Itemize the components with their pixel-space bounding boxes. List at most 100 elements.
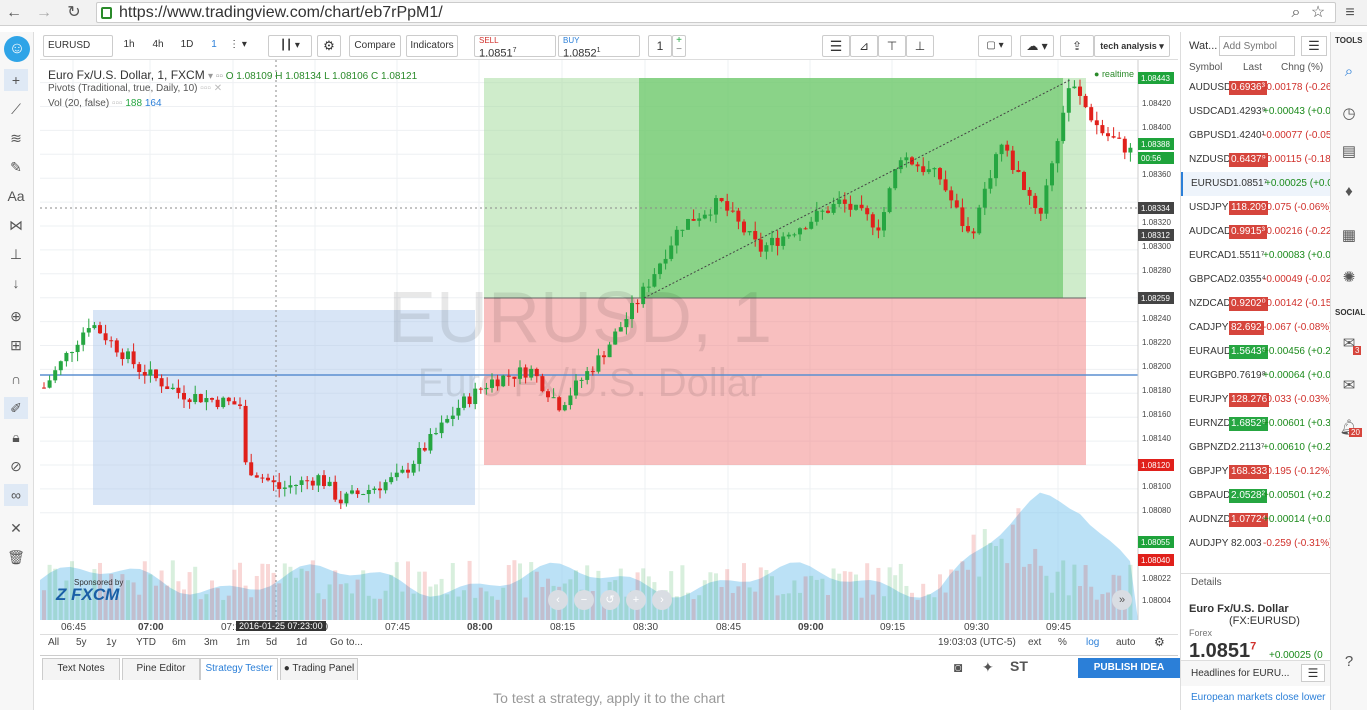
tab-text-notes[interactable]: Text Notes: [42, 658, 120, 680]
watchlist-row-eurnzd[interactable]: EURNZD 1.6852⁹ +0.00601 (+0.3: [1181, 412, 1331, 436]
tab-strategy-tester[interactable]: Strategy Tester: [200, 658, 278, 680]
range-3m[interactable]: 3m: [204, 637, 218, 648]
alerts-clock-icon[interactable]: ◷: [1339, 104, 1359, 124]
watchlist-row-gbpnzd[interactable]: GBPNZD 2.2113⁷ +0.00610 (+0.2: [1181, 436, 1331, 460]
chart-style-button[interactable]: ┃┃ ▾: [268, 35, 312, 57]
hide-drawings-icon[interactable]: ⊘: [4, 455, 28, 477]
fit-icon[interactable]: ⊤: [878, 35, 906, 57]
watchlist-row-eurgbp[interactable]: EURGBP 0.7619⁸ +0.00064 (+0.0: [1181, 364, 1331, 388]
range-5d[interactable]: 5d: [266, 637, 277, 648]
range-1y[interactable]: 1y: [106, 637, 117, 648]
magnet-icon[interactable]: ∩: [4, 368, 28, 390]
zoom-icon[interactable]: ⌕: [1286, 3, 1306, 23]
reload-icon[interactable]: ↻: [64, 3, 84, 23]
quantity-input[interactable]: 1: [648, 35, 672, 57]
col-last[interactable]: Last: [1243, 62, 1262, 73]
sponsor-logo[interactable]: Z FXCM: [56, 585, 119, 605]
scroll-to-end-icon[interactable]: »: [1112, 590, 1132, 610]
menu-icon[interactable]: ≡: [1340, 3, 1360, 23]
watchlist-row-cadjpy[interactable]: CADJPY 82.692 -0.067 (-0.08%): [1181, 316, 1331, 340]
range-ytd[interactable]: YTD: [136, 637, 156, 648]
chart-svg[interactable]: EURUSD, 1Euro Fx/U.S. Dollar1.084201.084…: [40, 60, 1178, 634]
ruler-icon[interactable]: ⊿: [850, 35, 878, 57]
measure-icon[interactable]: ⊞: [4, 334, 28, 356]
headlines-menu-icon[interactable]: ☰: [1301, 664, 1325, 682]
col-chg[interactable]: Chng (%): [1281, 62, 1323, 73]
fib-icon[interactable]: ≋: [4, 127, 28, 149]
interval-1h[interactable]: 1h: [117, 35, 141, 57]
settings-tools-icon[interactable]: ✕: [4, 517, 28, 539]
compare-button[interactable]: Compare: [349, 35, 401, 57]
watchlist-row-gbpjpy[interactable]: GBPJPY 168.333 -0.195 (-0.12%): [1181, 460, 1331, 484]
forward-icon[interactable]: →: [34, 3, 54, 23]
watchlist-title[interactable]: Wat...: [1189, 40, 1217, 52]
col-symbol[interactable]: Symbol: [1189, 62, 1222, 73]
watchlist-row-gbpusd[interactable]: GBPUSD 1.4240¹ -0.00077 (-0.05: [1181, 124, 1331, 148]
percent-toggle[interactable]: %: [1058, 637, 1067, 648]
brush-icon[interactable]: ✎: [4, 156, 28, 178]
bookmark-icon[interactable]: ☆: [1308, 3, 1328, 23]
twitter-icon[interactable]: ✦: [982, 659, 994, 676]
address-bar[interactable]: https://www.tradingview.com/chart/eb7rPp…: [96, 2, 1336, 23]
range-1d[interactable]: 1d: [296, 637, 307, 648]
watchlist-row-gbpaud[interactable]: GBPAUD 2.0528² +0.00501 (+0.2: [1181, 484, 1331, 508]
layout-icon[interactable]: ▢ ▾: [978, 35, 1012, 57]
ideas-icon[interactable]: ✺: [1339, 268, 1359, 288]
buy-button[interactable]: BUY 1.08521: [558, 35, 640, 59]
scale-icon[interactable]: ⊥: [906, 35, 934, 57]
zoom-out-icon[interactable]: −: [574, 590, 594, 610]
zoom-in-icon[interactable]: ⊕: [4, 305, 28, 327]
calendar-icon[interactable]: ▦: [1339, 226, 1359, 246]
headline-link[interactable]: European markets close lower: [1191, 692, 1326, 703]
horizontal-lines-icon[interactable]: ☰: [822, 35, 850, 57]
watchlist-row-gbpcad[interactable]: GBPCAD 2.0355⁴ -0.00049 (-0.02: [1181, 268, 1331, 292]
add-symbol-input[interactable]: [1219, 36, 1295, 56]
camera-icon[interactable]: ◙: [954, 659, 962, 675]
indicators-button[interactable]: Indicators: [406, 35, 458, 57]
stocktwits-icon[interactable]: ST: [1010, 658, 1028, 674]
streams-icon[interactable]: ✉: [1339, 376, 1359, 396]
watchlist-row-nzdusd[interactable]: NZDUSD 0.6437⁹ -0.00115 (-0.18: [1181, 148, 1331, 172]
tab-trading-panel[interactable]: ● Trading Panel: [280, 658, 358, 680]
watchlist-row-nzdcad[interactable]: NZDCAD 0.9202⁰ -0.00142 (-0.15: [1181, 292, 1331, 316]
watchlist-row-audnzd[interactable]: AUDNZD 1.0772⁴ +0.00014 (+0.0: [1181, 508, 1331, 532]
interval-4h[interactable]: 4h: [146, 35, 170, 57]
scroll-left-icon[interactable]: ‹: [548, 590, 568, 610]
watchlist-row-eurjpy[interactable]: EURJPY 128.276 -0.033 (-0.03%): [1181, 388, 1331, 412]
link-icon[interactable]: ∞: [4, 484, 28, 506]
layout-name-button[interactable]: tech analysis ▾: [1094, 35, 1170, 57]
settings-icon[interactable]: ⚙: [317, 35, 341, 57]
interval-1d[interactable]: 1D: [175, 35, 199, 57]
watchlist-row-audcad[interactable]: AUDCAD 0.9915³ -0.00216 (-0.22: [1181, 220, 1331, 244]
range-5y[interactable]: 5y: [76, 637, 87, 648]
hotlist-icon[interactable]: ♦: [1339, 182, 1359, 202]
chart-pane[interactable]: EURUSD, 1 Euro Fx/U.S. Dollar 1.08420 1.084…: [40, 60, 1178, 634]
quantity-stepper[interactable]: + −: [672, 35, 686, 57]
range-6m[interactable]: 6m: [172, 637, 186, 648]
sell-button[interactable]: SELL 1.08517: [474, 35, 556, 59]
profile-icon[interactable]: ☺: [4, 36, 30, 62]
watchlist-row-audusd[interactable]: AUDUSD 0.6936³ -0.00178 (-0.26: [1181, 76, 1331, 100]
watchlist-row-audjpy[interactable]: AUDJPY 82.003 -0.259 (-0.31%): [1181, 532, 1331, 556]
symbol-input[interactable]: EURUSD: [43, 35, 113, 57]
help-icon[interactable]: ?: [1339, 652, 1359, 672]
range-1m[interactable]: 1m: [236, 637, 250, 648]
interval-dropdown-icon[interactable]: ⋮ ▾: [228, 35, 248, 57]
auto-toggle[interactable]: auto: [1116, 637, 1135, 648]
trash-icon[interactable]: 🗑︎: [4, 546, 28, 568]
ext-toggle[interactable]: ext: [1028, 637, 1041, 648]
interval-1[interactable]: 1: [203, 35, 225, 57]
data-window-icon[interactable]: ▤: [1339, 142, 1359, 162]
log-toggle[interactable]: log: [1086, 637, 1099, 648]
scale-settings-icon[interactable]: ⚙: [1154, 635, 1165, 649]
crosshair-icon[interactable]: +: [4, 69, 28, 91]
cloud-upload-icon[interactable]: ⇪: [1060, 35, 1094, 57]
reset-icon[interactable]: ↺: [600, 590, 620, 610]
scroll-right-icon[interactable]: ›: [652, 590, 672, 610]
lock-drawings-icon[interactable]: 🔒︎: [4, 426, 28, 448]
watchlist-icon[interactable]: ⌕: [1339, 62, 1359, 82]
publish-idea-button[interactable]: PUBLISH IDEA: [1078, 658, 1180, 678]
back-icon[interactable]: ←: [4, 3, 24, 23]
watchlist-menu-icon[interactable]: ☰: [1301, 36, 1327, 56]
time-axis[interactable]: 06:4507:0007:1507:3007:4508:0008:1508:30…: [40, 620, 1138, 634]
